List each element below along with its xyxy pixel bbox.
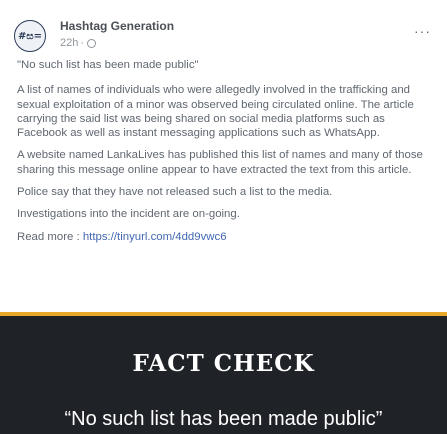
more-options-icon[interactable]: ···	[414, 24, 431, 38]
page-avatar[interactable]: #ස=	[14, 20, 46, 52]
globe-icon	[87, 38, 97, 48]
meta-separator: ·	[80, 37, 85, 49]
post-paragraph: Investigations into the incident are on-…	[17, 208, 240, 221]
read-more-link[interactable]: https://tinyurl.com/4dd9vwc6	[83, 231, 227, 243]
post-body: "No such list has been made public" A li…	[17, 58, 437, 252]
post-paragraph: A website named LankaLives has published…	[17, 149, 423, 176]
facebook-post: #ස= Hashtag Generation 22h · ··· "No suc…	[0, 0, 447, 312]
fact-check-quote: “No such list has been made public”	[64, 408, 383, 430]
post-paragraph: A list of names of individuals who were …	[17, 84, 414, 140]
post-time[interactable]: 22h	[60, 37, 78, 49]
fact-check-title: FACT CHECK	[132, 350, 315, 377]
read-more-label: Read more :	[17, 230, 83, 243]
post-quote: "No such list has been made public"	[17, 59, 199, 71]
read-more: Read more : https://tinyurl.com/4dd9vwc6	[17, 230, 437, 244]
page-name[interactable]: Hashtag Generation	[60, 19, 174, 33]
post-paragraph: Police say that they have not released s…	[17, 186, 333, 199]
fact-check-banner: FACT CHECK “No such list has been made p…	[0, 312, 447, 434]
post-meta: 22h ·	[60, 37, 97, 49]
